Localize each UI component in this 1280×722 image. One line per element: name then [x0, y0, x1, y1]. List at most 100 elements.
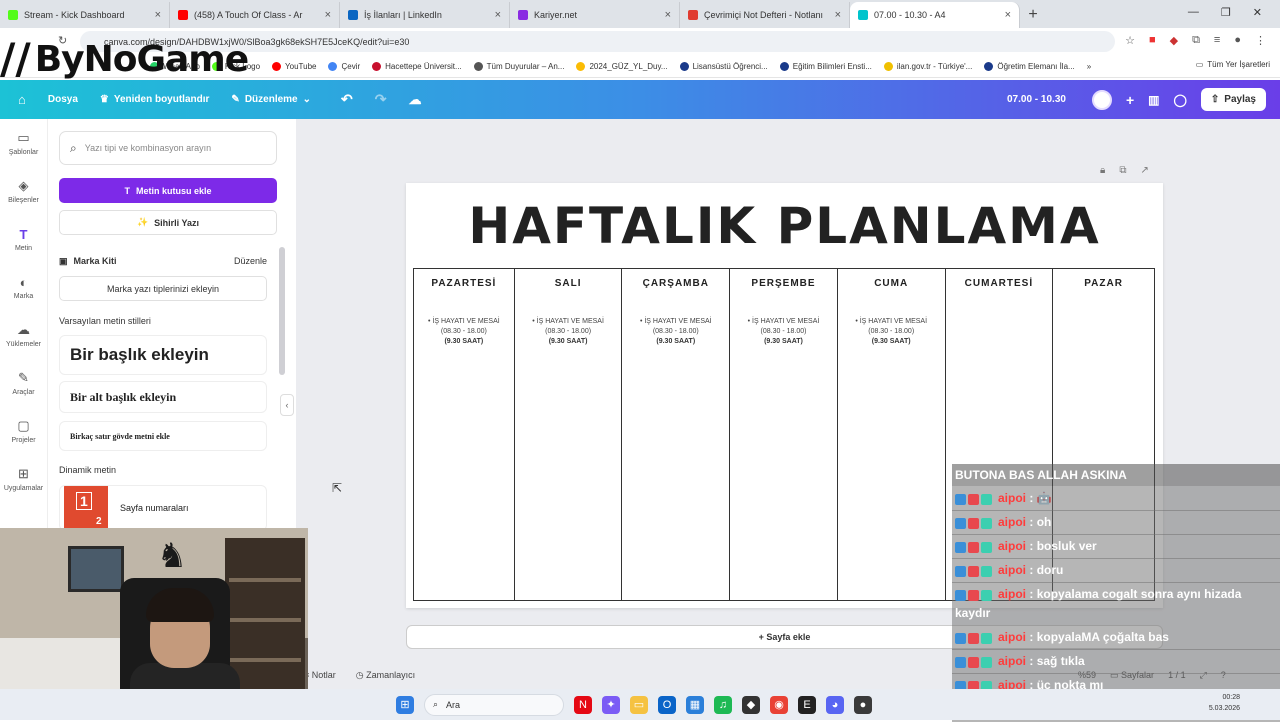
bookmark-item[interactable]: YouTube — [272, 61, 316, 71]
chrome-icon[interactable]: ◉ — [770, 695, 788, 714]
bookmark-item[interactable]: Lisansüstü Öğrenci... — [679, 61, 768, 71]
share-page-icon[interactable]: ↗ — [1140, 165, 1148, 176]
file-menu[interactable]: Dosya — [48, 94, 78, 105]
bookmark-item[interactable]: Çevir — [328, 61, 360, 71]
analytics-icon[interactable]: ▥ — [1148, 93, 1159, 107]
add-textbox-button[interactable]: T Metin kutusu ekle — [59, 178, 277, 203]
bookmark-item[interactable]: 2024_GÜZ_YL_Duy... — [576, 61, 668, 71]
day-heading[interactable]: PAZARTESİ — [414, 278, 514, 289]
file-explorer-icon[interactable]: ▭ — [630, 695, 648, 714]
lock-icon[interactable]: 🔒︎ — [1100, 165, 1105, 176]
share-button[interactable]: ⇧ Paylaş — [1200, 88, 1266, 111]
add-collaborator-icon[interactable]: + — [1126, 92, 1134, 108]
browser-tab[interactable]: Kariyer.net × — [510, 2, 680, 28]
duplicate-page-icon[interactable]: ⧉ — [1119, 165, 1126, 176]
redo-icon[interactable]: ↷ — [375, 91, 387, 108]
close-tab-icon[interactable]: × — [325, 9, 331, 21]
epic-games-icon[interactable]: E — [798, 695, 816, 714]
day-entry[interactable]: • İŞ HAYATI VE MESAİ (08.30 - 18.00) (9.30… — [838, 317, 945, 347]
bookmark-item[interactable]: Eğitim Bilimleri Ensti... — [779, 61, 872, 71]
copilot-icon[interactable]: ✦ — [602, 695, 620, 714]
close-window-icon[interactable]: ✕ — [1253, 6, 1262, 19]
rail-item-1[interactable]: ▭ Şablonlar — [0, 119, 47, 167]
browser-tab[interactable]: İş İlanları | LinkedIn × — [340, 2, 510, 28]
browser-tab[interactable]: 07.00 - 10.30 - A4 × — [850, 2, 1020, 28]
day-column[interactable]: PAZARTESİ • İŞ HAYATI VE MESAİ (08.30 - 18… — [414, 269, 515, 600]
timer-button[interactable]: ◷ Zamanlayıcı — [356, 670, 415, 681]
magic-text-button[interactable]: ✨ Sihirli Yazı — [59, 210, 277, 235]
obs-icon[interactable]: ● — [854, 695, 872, 714]
day-heading[interactable]: SALI — [515, 278, 622, 289]
menu-kebab-icon[interactable]: ⋮ — [1255, 34, 1266, 47]
bookmark-item[interactable]: ilan.gov.tr - Türkiye'... — [883, 61, 972, 71]
add-subheading-card[interactable]: Bir alt başlık ekleyin — [59, 381, 267, 413]
undo-icon[interactable]: ↶ — [341, 91, 353, 108]
spotify-icon[interactable]: ♫ — [714, 695, 732, 714]
day-heading[interactable]: PERŞEMBE — [730, 278, 837, 289]
outlook-icon[interactable]: O — [658, 695, 676, 714]
brand-edit-link[interactable]: Düzenle — [234, 256, 267, 267]
day-heading[interactable]: CUMA — [838, 278, 945, 289]
day-column[interactable]: ÇARŞAMBA • İŞ HAYATI VE MESAİ (08.30 - 18.… — [622, 269, 731, 600]
new-tab-button[interactable]: + — [1020, 2, 1046, 28]
comment-icon[interactable]: ◯ — [1173, 93, 1186, 107]
app-icon[interactable]: ◆ — [742, 695, 760, 714]
rail-item-4[interactable]: ◐ Marka — [0, 263, 47, 311]
cloud-save-icon[interactable]: ☁ — [408, 92, 421, 108]
day-heading[interactable]: ÇARŞAMBA — [622, 278, 729, 289]
day-column[interactable]: PERŞEMBE • İŞ HAYATI VE MESAİ (08.30 - 18.… — [730, 269, 838, 600]
home-icon[interactable]: ⌂ — [18, 92, 26, 107]
document-title[interactable]: 07.00 - 10.30 — [1007, 94, 1066, 105]
more-bookmarks-icon[interactable]: » — [1087, 62, 1091, 71]
browser-tab[interactable]: Çevrimiçi Not Defteri - Notlanı × — [680, 2, 850, 28]
day-entry[interactable]: • İŞ HAYATI VE MESAİ (08.30 - 18.00) (9.30… — [622, 317, 729, 347]
netflix-icon[interactable]: N — [574, 695, 592, 714]
add-brand-fonts-button[interactable]: Marka yazı tiplerinizi ekleyin — [59, 276, 267, 301]
add-heading-card[interactable]: Bir başlık ekleyin — [59, 335, 267, 375]
planner-title[interactable]: HAFTALIK PLANLAMA — [406, 197, 1163, 255]
rail-item-2[interactable]: ◈ Bileşenler — [0, 167, 47, 215]
bookmark-item[interactable]: Tüm Duyurular – An... — [473, 61, 564, 71]
rail-item-5[interactable]: ☁ Yüklemeler — [0, 311, 47, 359]
day-entry[interactable]: • İŞ HAYATI VE MESAİ (08.30 - 18.00) (9.30… — [515, 317, 622, 347]
profile-avatar[interactable]: ● — [1234, 34, 1241, 47]
user-avatar[interactable] — [1091, 89, 1112, 110]
close-tab-icon[interactable]: × — [155, 9, 161, 21]
edit-mode-dropdown[interactable]: ✎ Düzenleme ⌄ — [231, 94, 311, 105]
close-tab-icon[interactable]: × — [495, 9, 501, 21]
bookmark-star-icon[interactable]: ☆ — [1125, 34, 1135, 47]
bookmark-item[interactable]: Öğretim Elemanı İla... — [984, 61, 1075, 71]
day-entry[interactable]: • İŞ HAYATI VE MESAİ (08.30 - 18.00) (9.30… — [414, 317, 514, 347]
rail-item-6[interactable]: ✎ Araçlar — [0, 359, 47, 407]
store-icon[interactable]: ▦ — [686, 695, 704, 714]
collapse-panel-button[interactable]: ‹ — [280, 394, 294, 416]
browser-tab[interactable]: Stream - Kick Dashboard × — [0, 2, 170, 28]
all-bookmarks-link[interactable]: ▭ Tüm Yer İşaretleri — [1196, 60, 1270, 69]
notes-button[interactable]: ≡ Notlar — [304, 670, 336, 680]
taskbar-search[interactable]: ⌕ Ara — [424, 693, 564, 716]
rail-item-8[interactable]: ⊞ Uygulamalar — [0, 455, 47, 503]
font-search-input[interactable]: ⌕ Yazı tipi ve kombinasyon arayın — [59, 131, 277, 165]
extensions-puzzle-icon[interactable]: ⧉ — [1192, 34, 1200, 47]
extension-icon[interactable]: ■ — [1149, 34, 1156, 47]
day-heading[interactable]: CUMARTESİ — [946, 278, 1053, 289]
discord-icon[interactable]: ◕ — [826, 695, 844, 714]
close-tab-icon[interactable]: × — [1005, 9, 1011, 21]
browser-tab[interactable]: (458) A Touch Of Class - Ar × — [170, 2, 340, 28]
close-tab-icon[interactable]: × — [835, 9, 841, 21]
windows-start-icon[interactable]: ⊞ — [396, 695, 414, 714]
rail-item-7[interactable]: ▢ Projeler — [0, 407, 47, 455]
maximize-icon[interactable]: ❐ — [1221, 6, 1231, 19]
system-clock[interactable]: 00:28 5.03.2026 — [1209, 692, 1240, 714]
bookmark-item[interactable]: Hacettepe Üniversit... — [372, 61, 462, 71]
day-column[interactable]: SALI • İŞ HAYATI VE MESAİ (08.30 - 18.00) (… — [515, 269, 623, 600]
media-icon[interactable]: ≡ — [1214, 34, 1220, 47]
resize-button[interactable]: ♛ Yeniden boyutlandır — [100, 94, 210, 105]
page-numbers-card[interactable]: 1 2 Sayfa numaraları — [59, 485, 267, 531]
extension-icon[interactable]: ◆ — [1170, 34, 1178, 47]
minimize-icon[interactable]: — — [1188, 6, 1199, 19]
panel-scrollbar[interactable] — [279, 247, 285, 375]
add-body-card[interactable]: Birkaç satır gövde metni ekle — [59, 421, 267, 451]
day-heading[interactable]: PAZAR — [1053, 278, 1154, 289]
close-tab-icon[interactable]: × — [665, 9, 671, 21]
